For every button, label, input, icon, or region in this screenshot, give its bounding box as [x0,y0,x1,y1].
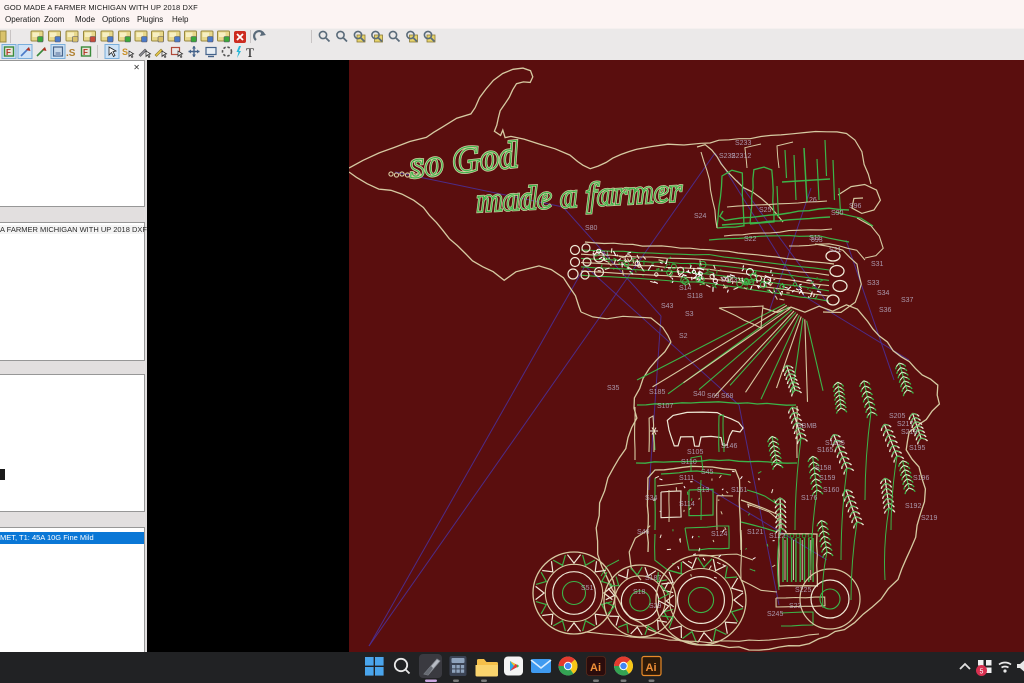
svg-text:S159: S159 [819,475,835,482]
svg-text:F: F [83,48,88,57]
svg-text:S80: S80 [585,225,598,232]
svg-text:made a farmer: made a farmer [475,172,683,220]
svg-text:5: 5 [980,669,984,676]
svg-text:S2312: S2312 [731,153,751,160]
svg-text:S158: S158 [815,465,831,472]
svg-text:S103: S103 [721,277,737,284]
svg-text:S165: S165 [817,447,833,454]
svg-text:S1: S1 [601,251,610,258]
svg-text:S217: S217 [897,421,913,428]
svg-text:S245: S245 [767,611,783,618]
svg-text:S205: S205 [889,413,905,420]
svg-text:S111: S111 [679,475,694,482]
svg-text:S43: S43 [661,303,674,310]
svg-text:S51: S51 [581,585,594,592]
svg-text:S233: S233 [735,140,751,147]
svg-text:S146: S146 [721,443,737,450]
svg-text:S90: S90 [831,210,844,217]
svg-text:Ai: Ai [590,662,601,674]
svg-text:S161: S161 [731,487,747,494]
svg-text:S114: S114 [679,501,695,508]
svg-text:S192: S192 [905,503,921,510]
svg-text:S35: S35 [607,385,620,392]
svg-text:S46: S46 [637,529,650,536]
svg-text:S225: S225 [795,587,811,594]
svg-text:S22: S22 [744,236,757,243]
svg-text:S23: S23 [789,603,802,610]
svg-text:S: S [122,47,128,57]
svg-text:S13: S13 [697,487,710,494]
svg-text:S24: S24 [694,213,707,220]
svg-text:S29: S29 [649,603,662,610]
svg-text:S34: S34 [645,495,658,502]
svg-text:F: F [6,48,11,57]
svg-text:S40: S40 [693,391,706,398]
svg-text:S124: S124 [711,531,727,538]
svg-text:S33: S33 [867,280,880,287]
svg-text:S218: S218 [901,429,917,436]
svg-text:S69: S69 [707,393,720,400]
svg-text:Ai: Ai [646,662,657,674]
svg-text:S185: S185 [649,389,665,396]
svg-text:S107: S107 [657,403,673,410]
svg-text:S36: S36 [879,307,892,314]
svg-text:S3: S3 [685,311,694,318]
svg-text:S121: S121 [747,529,763,536]
svg-text:S110: S110 [681,459,697,466]
svg-text:S105: S105 [687,449,703,456]
svg-text:S96: S96 [849,203,862,210]
svg-text:S160: S160 [823,487,839,494]
svg-text:S195: S195 [909,445,925,452]
svg-text:S1165: S1165 [825,440,845,447]
svg-text:S11: S11 [809,235,821,242]
svg-text:S25: S25 [759,207,772,214]
svg-text:.S: .S [66,48,76,59]
svg-text:S2: S2 [679,333,688,340]
svg-text:S187: S187 [645,575,661,582]
svg-text:S21: S21 [829,247,842,254]
svg-text:S68: S68 [721,393,734,400]
svg-text:so God: so God [407,134,522,187]
svg-text:S37: S37 [901,297,914,304]
svg-text:S31: S31 [871,261,884,268]
svg-text:S176: S176 [801,495,817,502]
svg-text:S122: S122 [769,533,785,540]
svg-text:S34: S34 [877,290,890,297]
svg-text:S14: S14 [679,285,692,292]
svg-text:S118: S118 [687,293,703,300]
svg-text:T: T [246,45,254,59]
svg-text:S196: S196 [913,475,929,482]
svg-text:S219: S219 [921,515,937,522]
svg-text:SBMB: SBMB [797,423,817,430]
svg-text:S18: S18 [633,589,646,596]
svg-text:S45: S45 [701,469,714,476]
svg-text:26: 26 [809,197,817,204]
